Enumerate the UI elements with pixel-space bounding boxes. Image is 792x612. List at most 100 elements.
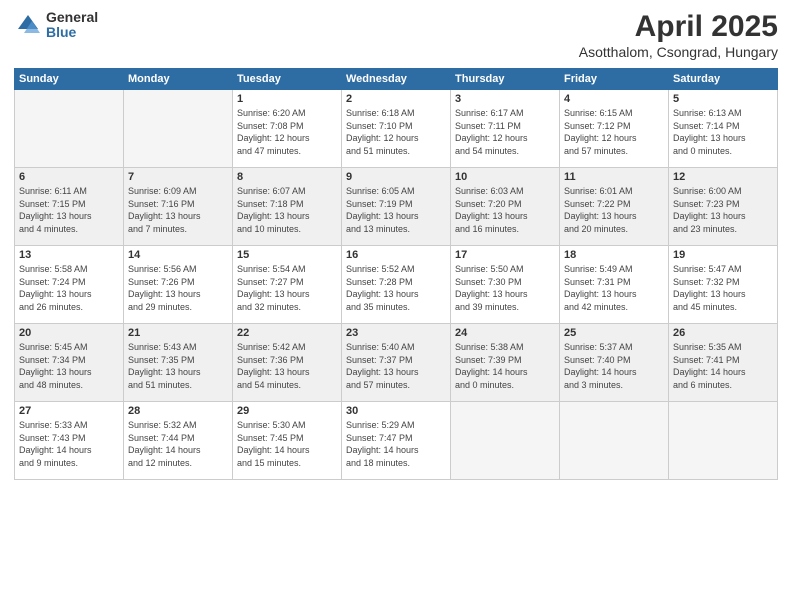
calendar-cell: 17 Sunrise: 5:50 AM Sunset: 7:30 PM Dayli…	[451, 246, 560, 324]
logo-text: General Blue	[46, 10, 98, 41]
calendar-cell: 24 Sunrise: 5:38 AM Sunset: 7:39 PM Dayli…	[451, 324, 560, 402]
day-number: 17	[455, 249, 555, 261]
calendar-week-row: 27 Sunrise: 5:33 AM Sunset: 7:43 PM Dayli…	[15, 402, 778, 480]
weekday-header-row: SundayMondayTuesdayWednesdayThursdayFrid…	[15, 69, 778, 90]
day-info: Sunrise: 5:37 AM Sunset: 7:40 PM Dayligh…	[564, 341, 664, 391]
calendar-subtitle: Asotthalom, Csongrad, Hungary	[579, 44, 778, 60]
day-info: Sunrise: 5:35 AM Sunset: 7:41 PM Dayligh…	[673, 341, 773, 391]
calendar-cell: 14 Sunrise: 5:56 AM Sunset: 7:26 PM Dayli…	[124, 246, 233, 324]
logo-general: General	[46, 10, 98, 25]
calendar-cell: 28 Sunrise: 5:32 AM Sunset: 7:44 PM Dayli…	[124, 402, 233, 480]
calendar-week-row: 13 Sunrise: 5:58 AM Sunset: 7:24 PM Dayli…	[15, 246, 778, 324]
day-info: Sunrise: 5:40 AM Sunset: 7:37 PM Dayligh…	[346, 341, 446, 391]
day-info: Sunrise: 6:20 AM Sunset: 7:08 PM Dayligh…	[237, 107, 337, 157]
weekday-header-monday: Monday	[124, 69, 233, 90]
day-number: 2	[346, 93, 446, 105]
day-number: 19	[673, 249, 773, 261]
day-number: 1	[237, 93, 337, 105]
calendar-cell	[124, 90, 233, 168]
day-number: 18	[564, 249, 664, 261]
weekday-header-tuesday: Tuesday	[233, 69, 342, 90]
logo-icon	[14, 11, 42, 39]
calendar-cell: 13 Sunrise: 5:58 AM Sunset: 7:24 PM Dayli…	[15, 246, 124, 324]
day-info: Sunrise: 6:15 AM Sunset: 7:12 PM Dayligh…	[564, 107, 664, 157]
day-info: Sunrise: 5:58 AM Sunset: 7:24 PM Dayligh…	[19, 263, 119, 313]
day-info: Sunrise: 5:56 AM Sunset: 7:26 PM Dayligh…	[128, 263, 228, 313]
day-number: 28	[128, 405, 228, 417]
day-info: Sunrise: 5:54 AM Sunset: 7:27 PM Dayligh…	[237, 263, 337, 313]
title-block: April 2025 Asotthalom, Csongrad, Hungary	[579, 10, 778, 60]
calendar-week-row: 20 Sunrise: 5:45 AM Sunset: 7:34 PM Dayli…	[15, 324, 778, 402]
calendar-cell	[669, 402, 778, 480]
logo-blue: Blue	[46, 25, 98, 40]
calendar-cell: 27 Sunrise: 5:33 AM Sunset: 7:43 PM Dayli…	[15, 402, 124, 480]
calendar-cell	[15, 90, 124, 168]
day-info: Sunrise: 6:01 AM Sunset: 7:22 PM Dayligh…	[564, 185, 664, 235]
day-number: 15	[237, 249, 337, 261]
day-info: Sunrise: 5:33 AM Sunset: 7:43 PM Dayligh…	[19, 419, 119, 469]
day-number: 13	[19, 249, 119, 261]
calendar-week-row: 6 Sunrise: 6:11 AM Sunset: 7:15 PM Daylig…	[15, 168, 778, 246]
calendar-cell: 25Sunrise: 5:37 AM Sunset: 7:40 PM Dayli…	[560, 324, 669, 402]
calendar-cell: 4 Sunrise: 6:15 AM Sunset: 7:12 PM Daylig…	[560, 90, 669, 168]
day-info: Sunrise: 5:52 AM Sunset: 7:28 PM Dayligh…	[346, 263, 446, 313]
day-info: Sunrise: 6:07 AM Sunset: 7:18 PM Dayligh…	[237, 185, 337, 235]
day-info: Sunrise: 5:32 AM Sunset: 7:44 PM Dayligh…	[128, 419, 228, 469]
logo: General Blue	[14, 10, 98, 41]
calendar-cell: 8Sunrise: 6:07 AM Sunset: 7:18 PM Daylig…	[233, 168, 342, 246]
day-number: 22	[237, 327, 337, 339]
day-info: Sunrise: 6:03 AM Sunset: 7:20 PM Dayligh…	[455, 185, 555, 235]
day-number: 6	[19, 171, 119, 183]
calendar-cell: 19Sunrise: 5:47 AM Sunset: 7:32 PM Dayli…	[669, 246, 778, 324]
calendar-cell: 10 Sunrise: 6:03 AM Sunset: 7:20 PM Dayli…	[451, 168, 560, 246]
day-info: Sunrise: 5:38 AM Sunset: 7:39 PM Dayligh…	[455, 341, 555, 391]
day-info: Sunrise: 6:05 AM Sunset: 7:19 PM Dayligh…	[346, 185, 446, 235]
calendar-cell: 23 Sunrise: 5:40 AM Sunset: 7:37 PM Dayli…	[342, 324, 451, 402]
day-number: 24	[455, 327, 555, 339]
day-info: Sunrise: 6:00 AM Sunset: 7:23 PM Dayligh…	[673, 185, 773, 235]
calendar-cell: 12Sunrise: 6:00 AM Sunset: 7:23 PM Dayli…	[669, 168, 778, 246]
day-number: 27	[19, 405, 119, 417]
weekday-header-sunday: Sunday	[15, 69, 124, 90]
calendar-table: SundayMondayTuesdayWednesdayThursdayFrid…	[14, 68, 778, 480]
weekday-header-saturday: Saturday	[669, 69, 778, 90]
calendar-cell: 30 Sunrise: 5:29 AM Sunset: 7:47 PM Dayli…	[342, 402, 451, 480]
day-number: 10	[455, 171, 555, 183]
day-number: 30	[346, 405, 446, 417]
page-header: General Blue April 2025 Asotthalom, Cson…	[14, 10, 778, 60]
calendar-cell	[560, 402, 669, 480]
calendar-cell: 21 Sunrise: 5:43 AM Sunset: 7:35 PM Dayli…	[124, 324, 233, 402]
day-number: 11	[564, 171, 664, 183]
day-info: Sunrise: 6:11 AM Sunset: 7:15 PM Dayligh…	[19, 185, 119, 235]
day-info: Sunrise: 6:09 AM Sunset: 7:16 PM Dayligh…	[128, 185, 228, 235]
calendar-cell: 26Sunrise: 5:35 AM Sunset: 7:41 PM Dayli…	[669, 324, 778, 402]
calendar-cell: 1 Sunrise: 6:20 AM Sunset: 7:08 PM Daylig…	[233, 90, 342, 168]
day-info: Sunrise: 5:45 AM Sunset: 7:34 PM Dayligh…	[19, 341, 119, 391]
calendar-page: General Blue April 2025 Asotthalom, Cson…	[0, 0, 792, 612]
calendar-cell	[451, 402, 560, 480]
day-info: Sunrise: 5:50 AM Sunset: 7:30 PM Dayligh…	[455, 263, 555, 313]
day-number: 21	[128, 327, 228, 339]
calendar-cell: 11 Sunrise: 6:01 AM Sunset: 7:22 PM Dayli…	[560, 168, 669, 246]
weekday-header-friday: Friday	[560, 69, 669, 90]
calendar-title: April 2025	[579, 10, 778, 44]
day-number: 14	[128, 249, 228, 261]
calendar-cell: 2 Sunrise: 6:18 AM Sunset: 7:10 PM Daylig…	[342, 90, 451, 168]
day-info: Sunrise: 5:49 AM Sunset: 7:31 PM Dayligh…	[564, 263, 664, 313]
day-number: 20	[19, 327, 119, 339]
day-number: 23	[346, 327, 446, 339]
calendar-week-row: 1 Sunrise: 6:20 AM Sunset: 7:08 PM Daylig…	[15, 90, 778, 168]
day-info: Sunrise: 6:18 AM Sunset: 7:10 PM Dayligh…	[346, 107, 446, 157]
day-number: 4	[564, 93, 664, 105]
day-info: Sunrise: 5:42 AM Sunset: 7:36 PM Dayligh…	[237, 341, 337, 391]
calendar-cell: 5Sunrise: 6:13 AM Sunset: 7:14 PM Daylig…	[669, 90, 778, 168]
day-number: 7	[128, 171, 228, 183]
day-info: Sunrise: 5:30 AM Sunset: 7:45 PM Dayligh…	[237, 419, 337, 469]
calendar-cell: 3Sunrise: 6:17 AM Sunset: 7:11 PM Daylig…	[451, 90, 560, 168]
day-info: Sunrise: 6:17 AM Sunset: 7:11 PM Dayligh…	[455, 107, 555, 157]
day-info: Sunrise: 5:29 AM Sunset: 7:47 PM Dayligh…	[346, 419, 446, 469]
calendar-cell: 29Sunrise: 5:30 AM Sunset: 7:45 PM Dayli…	[233, 402, 342, 480]
calendar-cell: 20 Sunrise: 5:45 AM Sunset: 7:34 PM Dayli…	[15, 324, 124, 402]
calendar-cell: 6 Sunrise: 6:11 AM Sunset: 7:15 PM Daylig…	[15, 168, 124, 246]
day-info: Sunrise: 5:43 AM Sunset: 7:35 PM Dayligh…	[128, 341, 228, 391]
